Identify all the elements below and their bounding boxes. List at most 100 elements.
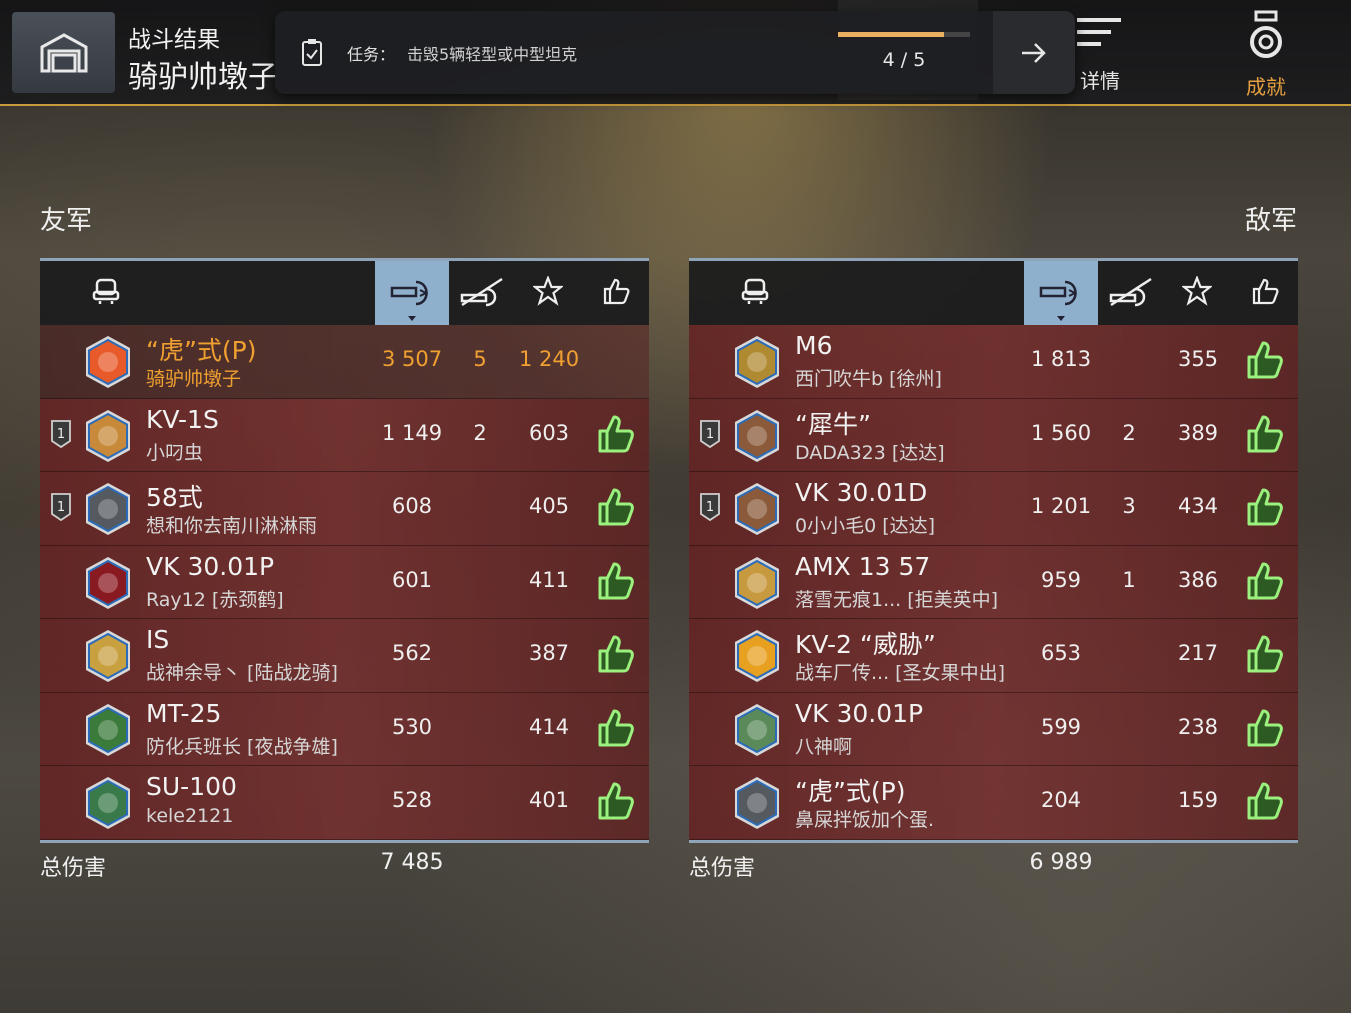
tank-name: M6 [795,331,833,360]
thumbs-up-icon[interactable] [596,780,636,822]
player-row[interactable]: M6 西门吹牛b [徐州] 1 813 355 [689,325,1298,399]
player-row[interactable]: VK 30.01P 八神啊 599 238 [689,692,1298,766]
garage-button[interactable] [12,12,115,93]
thumbs-up-icon[interactable] [1245,707,1285,749]
thumbs-up-icon[interactable] [1245,780,1285,822]
thumbs-up-icon[interactable] [596,486,636,528]
sort-caret-icon [408,316,416,321]
thumbs-up-icon[interactable] [596,413,636,455]
damage-icon [390,274,434,312]
player-name: 防化兵班长 [夜战争雄] [146,735,338,758]
svg-text:1: 1 [57,427,65,442]
xp-value: 355 [1177,347,1219,371]
player-row[interactable]: AMX 13 57 落雪无痕1... [拒美英中] 959 1 386 [689,545,1298,619]
sort-kills-header[interactable] [452,261,512,325]
quest-progress-fill [838,32,944,37]
player-row[interactable]: VK 30.01P Ray12 [赤颈鹤] 601 411 [40,545,649,619]
xp-value: 1 240 [518,347,580,371]
total-damage-value: 7 485 [380,850,444,875]
sort-xp-header[interactable] [1167,261,1227,325]
damage-value: 601 [391,567,433,592]
xp-value: 414 [528,714,570,739]
player-row[interactable]: 1 VK 30.01D 0小小毛0 [达达] 1 201 3 434 [689,472,1298,546]
sort-damage-header[interactable] [375,261,449,325]
sort-likes-header[interactable] [586,261,646,325]
player-row[interactable]: “虎”式(P) 骑驴帅墩子 3 507 5 1 240 [40,325,649,399]
xp-value: 387 [528,641,570,665]
player-name: DADA323 [达达] [795,441,945,464]
battle-result-label: 战斗结果 [128,27,220,53]
thumbs-up-icon[interactable] [1245,633,1285,675]
table-footer-line [40,839,649,843]
nav-achievements[interactable]: 成就 [1232,10,1300,100]
star-icon [1180,274,1214,310]
nav-details-label: 详情 [1080,69,1120,93]
sort-tank-header[interactable] [90,261,122,325]
damage-value: 1 149 [381,420,443,445]
tank-name: 58式 [146,483,203,512]
rank-badge-icon [82,408,134,464]
thumbs-up-icon[interactable] [596,633,636,675]
tank-icon [91,276,121,310]
rank-badge-icon [731,334,783,390]
sort-tank-header[interactable] [739,261,771,325]
thumbs-up-icon [601,276,631,310]
sort-likes-header[interactable] [1235,261,1295,325]
table-header [689,258,1298,325]
xp-value: 386 [1177,567,1219,592]
damage-value: 608 [391,494,433,518]
sort-damage-header[interactable] [1024,261,1098,325]
medal-icon [1250,10,1282,58]
damage-value: 959 [1040,567,1082,592]
tank-name: SU-100 [146,772,237,801]
player-name: kele2121 [146,805,234,827]
tank-name: AMX 13 57 [795,551,931,581]
player-row[interactable]: IS 战神余导丶 [陆战龙骑] 562 387 [40,619,649,693]
svg-text:1: 1 [706,427,714,442]
kills-value: 5 [473,347,487,371]
quest-open-button[interactable] [993,11,1075,94]
quest-notification[interactable]: 任务： 击毁5辆轻型或中型坦克 4 / 5 [275,11,1075,94]
player-row[interactable]: 1 “犀牛” DADA323 [达达] 1 560 2 389 [689,398,1298,472]
kills-value: 3 [1122,494,1136,518]
thumbs-up-icon[interactable] [596,707,636,749]
player-row[interactable]: SU-100 kele2121 528 401 [40,766,649,840]
quest-progress-bar [838,32,970,37]
player-row[interactable]: MT-25 防化兵班长 [夜战争雄] 530 414 [40,692,649,766]
player-name: 战神余导丶 [陆战龙骑] [146,662,338,684]
nav-details[interactable]: 详情 [1070,10,1130,94]
rank-badge-icon [82,628,134,684]
tank-name: IS [146,625,170,654]
platoon-icon: 1 [50,492,72,522]
thumbs-up-icon[interactable] [1245,486,1285,528]
damage-value: 3 507 [381,347,443,371]
xp-value: 603 [528,420,570,445]
svg-text:1: 1 [57,500,65,515]
player-name: 鼻屎拌饭加个蛋. [795,809,935,831]
damage-value: 1 560 [1030,420,1092,445]
thumbs-up-icon[interactable] [596,560,636,602]
tank-name: “犀牛” [795,409,871,439]
sort-xp-header[interactable] [518,261,578,325]
thumbs-up-icon[interactable] [1245,339,1285,381]
rank-badge-icon [731,555,783,611]
kills-icon [458,275,506,311]
player-row[interactable]: 1 58式 想和你去南川淋淋雨 608 405 [40,472,649,546]
damage-value: 653 [1040,641,1082,665]
tank-name: MT-25 [146,698,222,728]
player-row[interactable]: “虎”式(P) 鼻屎拌饭加个蛋. 204 159 [689,766,1298,840]
total-damage-label: 总伤害 [689,856,756,881]
arrow-right-icon [1022,42,1046,63]
tank-name: VK 30.01P [795,698,924,728]
sort-kills-header[interactable] [1101,261,1161,325]
player-row[interactable]: 1 KV-1S 小叼虫 1 149 2 603 [40,398,649,472]
damage-value: 530 [391,714,433,739]
player-name: 战车厂传... [圣女果中出] [795,662,1005,684]
thumbs-up-icon[interactable] [1245,413,1285,455]
thumbs-up-icon [1250,276,1280,310]
rank-badge-icon [82,334,134,390]
player-row[interactable]: KV-2 “威胁” 战车厂传... [圣女果中出] 653 217 [689,619,1298,693]
tank-name: KV-2 “威胁” [795,630,936,659]
thumbs-up-icon[interactable] [1245,560,1285,602]
damage-value: 1 201 [1030,494,1092,518]
